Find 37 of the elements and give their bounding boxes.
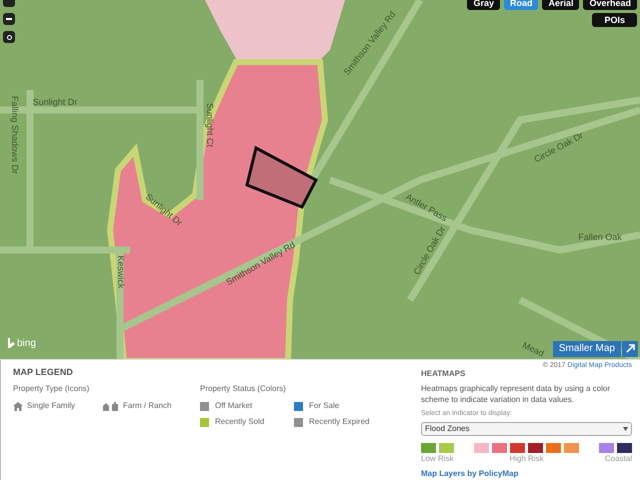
street-label: Fallen Oak bbox=[578, 232, 622, 242]
house-icon bbox=[13, 402, 23, 410]
legend-heading: Property Status (Colors) bbox=[200, 383, 287, 395]
smaller-map-button[interactable]: Smaller Map bbox=[552, 340, 621, 356]
status-label: For Sale bbox=[309, 400, 340, 412]
street-label: Falling Shadows Dr bbox=[10, 96, 20, 174]
street-label: Mead bbox=[520, 340, 546, 358]
scale-label: Coastal bbox=[604, 453, 632, 465]
pois-button[interactable]: POIs bbox=[592, 13, 637, 27]
indicator-select[interactable]: Flood Zones bbox=[421, 422, 632, 436]
street-label: Sunlight Ct bbox=[205, 102, 215, 148]
status-label: Recently Sold bbox=[215, 416, 264, 428]
map-layer-button[interactable]: Gray bbox=[467, 0, 500, 10]
legend-title: MAP LEGEND bbox=[13, 366, 74, 378]
heatmaps-description: Heatmaps graphically represent data by using a color scheme to indicate variation in data values. bbox=[421, 382, 611, 404]
street-label: Keswick bbox=[116, 256, 126, 288]
locate-button[interactable] bbox=[3, 31, 15, 43]
legend-heading: Property Type (Icons) bbox=[13, 383, 90, 395]
scale-label: Low Risk bbox=[421, 453, 454, 465]
zoom-out-button[interactable] bbox=[3, 13, 15, 25]
scale-label: High Risk bbox=[509, 453, 544, 465]
arrow-icon bbox=[626, 344, 634, 353]
street-label: Antler Pass bbox=[404, 192, 449, 224]
expand-button[interactable] bbox=[622, 340, 638, 356]
map-logo: bing bbox=[17, 336, 36, 350]
policymap-link[interactable]: Map Layers by PolicyMap bbox=[421, 468, 632, 480]
street-label: Sunlight Dr bbox=[32, 97, 78, 107]
heatmaps-title: HEATMAPS bbox=[421, 368, 466, 380]
status-label: Recently Expired bbox=[309, 416, 370, 428]
barn-icon bbox=[103, 402, 120, 410]
property-type-label: Farm / Ranch bbox=[123, 400, 172, 412]
street-label: Circle Oak Dr bbox=[532, 130, 585, 164]
zoom-in-button[interactable] bbox=[3, 0, 15, 7]
property-type-label: Single Family bbox=[27, 400, 76, 412]
logo-icon bbox=[8, 338, 15, 348]
dropdown-arrow-icon bbox=[623, 427, 628, 431]
status-label: Off Market bbox=[215, 400, 252, 412]
